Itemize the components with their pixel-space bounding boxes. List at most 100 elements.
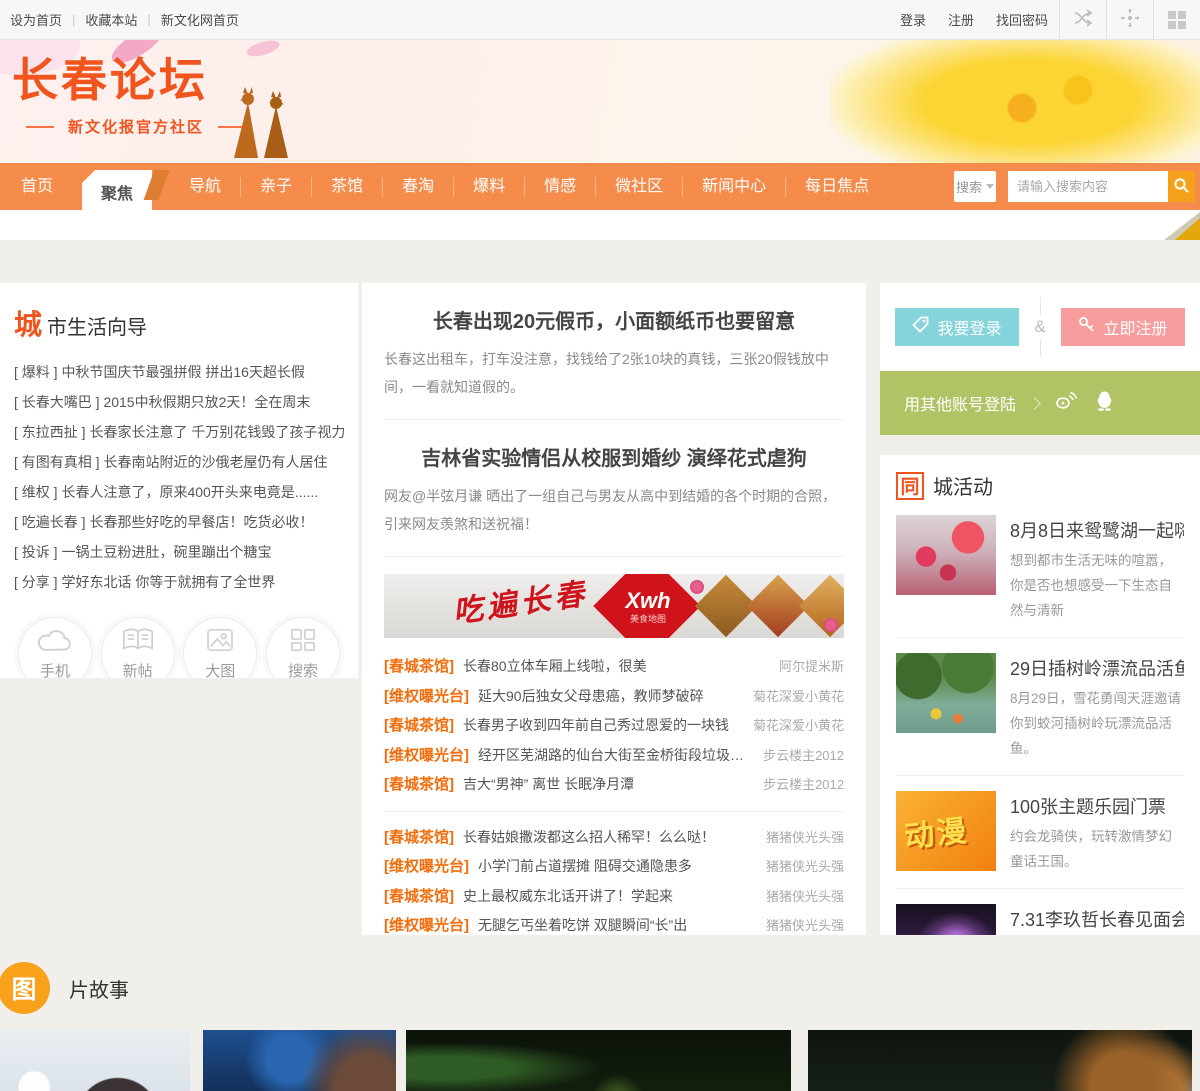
move-icon [1120,8,1140,31]
quick-link-label: 搜索 [287,662,318,679]
table-row[interactable]: [春城茶馆] 长春男子收到四年前自己秀过恩爱的一块钱 菊花深爱小黄花 [384,711,844,741]
nav-item-community[interactable]: 微社区 [595,176,682,197]
list-item[interactable]: [ 投诉 ] 一锅土豆粉进肚，碗里蹦出个糖宝 [14,537,344,567]
social-login-bar: 用其他账号登陆 [880,371,1200,435]
qq-icon[interactable] [1096,391,1113,416]
list-item[interactable]: 8月8日来鸳鹭湖一起嗨 想到都市生活无味的喧嚣，你是否也想感受一下生态自然与清新 [896,500,1184,637]
post-category: [春城茶馆] [384,887,454,905]
shuffle-button[interactable] [1059,0,1106,39]
logo-block[interactable]: 长春论坛 新文化报官方社区 [12,50,260,137]
divider [384,810,844,812]
list-item[interactable]: 动漫 100张主题乐园门票 约会龙骑侠，玩转激情梦幻童话王国。 [896,775,1184,888]
register-link[interactable]: 注册 [948,10,974,29]
table-row[interactable]: [春城茶馆] 长春姑娘撒泼都这么招人稀罕！么么哒！ 猪猪侠光头强 [384,823,844,853]
table-row[interactable]: [春城茶馆] 吉大“男神” 离世 长眠净月潭 步云楼主2012 [384,770,844,800]
story-title[interactable]: 吉林省实验情侣从校服到婚纱 演绎花式虐狗 [384,420,844,471]
content-area: 城 市生活向导 [ 爆料 ] 中秋节国庆节最强拼假 拼出16天超长假 [ 长春大… [0,240,1200,935]
set-homepage-link[interactable]: 设为首页 [10,10,62,29]
list-item[interactable]: [ 东拉西扯 ] 长春家长注意了 千万别花钱毁了孩子视力 [14,417,344,447]
search-shortcut-button[interactable]: 搜索 [265,617,340,679]
list-item[interactable]: [ 爆料 ] 中秋节国庆节最强拼假 拼出16天超长假 [14,357,344,387]
list-item[interactable]: [ 有图有真相 ] 长春南站附近的沙俄老屋仍有人居住 [14,447,344,477]
nav-item-teahouse[interactable]: 茶馆 [311,176,382,197]
mobile-button[interactable]: 手机 [18,617,92,678]
picture-stories-heading: 图 片故事 [0,935,1200,1014]
nav-item-daily-focus[interactable]: 每日焦点 [785,176,888,197]
bookmark-site-link[interactable]: 收藏本站 [85,10,137,29]
list-item[interactable]: 29日插树岭漂流品活鱼 8月29日，雪花勇闯天涯邀请你到蛟河插树岭玩漂流品活鱼。 [896,637,1184,775]
table-row[interactable]: [春城茶馆] 史上最权威东北话开讲了！学起来 猪猪侠光头强 [384,882,844,912]
table-row[interactable]: [维权曝光台] 经开区芜湖路的仙台大街至金桥街段垃圾成堆 步云楼主2012 [384,741,844,771]
search-button[interactable] [1168,171,1195,202]
story-photo-forest[interactable] [406,1030,791,1091]
activities-heading: 同 城活动 [896,471,1184,500]
story-title[interactable]: 长春出现20元假币，小面额纸币也要留意 [384,283,844,334]
list-item[interactable]: [ 分享 ] 学好东北话 你等于就拥有了全世界 [14,567,344,597]
table-row[interactable]: [维权曝光台] 无腿乞丐坐着吃饼 双腿瞬间“长”出 猪猪侠光头强 [384,911,844,935]
tag-icon [912,316,929,338]
post-category: [春城茶馆] [384,828,454,846]
post-list-2: [春城茶馆] 长春姑娘撒泼都这么招人稀罕！么么哒！ 猪猪侠光头强 [维权曝光台] 小学… [384,823,844,936]
featured-story: 吉林省实验情侣从校服到婚纱 演绎花式虐狗 网友@半弦月谦 晒出了一组自己与男友从… [384,420,844,538]
table-row[interactable]: [维权曝光台] 小学门前占道摆摊 阻碍交通隐患多 猪猪侠光头强 [384,852,844,882]
post-title: 小学门前占道摆摊 阻碍交通隐患多 [478,858,692,874]
nav-item-focus-active[interactable]: 聚焦 [82,170,153,214]
nav-item-guide[interactable]: 导航 [170,177,240,197]
nav-item-news-center[interactable]: 新闻中心 [682,176,785,197]
activity-title: 29日插树岭漂流品活鱼 [1010,659,1184,679]
story-photo-photographers[interactable] [203,1030,396,1091]
chevron-right-icon [1028,396,1041,410]
nav-item-shopping[interactable]: 春淘 [382,176,453,197]
banner-title: 吃遍长春 [450,577,591,630]
yellow-tree-decoration [830,40,1200,163]
apps-button[interactable] [1153,0,1200,39]
quick-links: 手机 新帖 大图 搜索 [14,617,344,678]
featured-story: 长春出现20元假币，小面额纸币也要留意 长春这出租车，打车没注意，找钱给了2张1… [384,283,844,401]
post-category: [维权曝光台] [384,858,469,875]
item-title: 长春南站附近的沙俄老屋仍有人居住 [103,454,328,470]
big-picture-button[interactable]: 大图 [183,617,258,678]
search-input[interactable] [1008,171,1168,202]
list-item[interactable]: [ 维权 ] 长春人注意了，原来400开头来电竟是...... [14,477,344,507]
post-category: [维权曝光台] [384,917,469,934]
post-title: 吉大“男神” 离世 长眠净月潭 [463,776,635,792]
weibo-icon[interactable] [1055,391,1078,415]
item-title: 长春家长注意了 千万别花钱毁了孩子视力 [89,424,344,440]
search-box [1008,171,1195,202]
post-author: 步云楼主2012 [763,747,844,763]
activity-description: 8月29日，雪花勇闯天涯邀请你到蛟河插树岭玩漂流品活鱼。 [1010,691,1182,756]
table-row[interactable]: [春城茶馆] 长春80立体车厢上线啦，很美 阿尔提米斯 [384,652,844,682]
xwh-home-link[interactable]: 新文化网首页 [161,10,239,29]
food-map-banner[interactable]: 吃遍长春 Xwh 美食地图 [384,574,844,638]
new-posts-button[interactable]: 新帖 [100,617,175,679]
recover-password-link[interactable]: 找回密码 [996,10,1048,29]
search-scope-dropdown[interactable]: 搜索 [954,171,996,202]
table-row[interactable]: [维权曝光台] 延大90后独女父母患癌，教师梦破碎 菊花深爱小黄花 [384,682,844,712]
story-summary: 长春这出租车，打车没注意，找钱给了2张10块的真钱，三张20假钱放中间，一看就知… [384,351,829,395]
list-item[interactable]: 7.31李玖哲长春见面会 李玖哲要来长春开见面会啦，小编有票免费送！ [896,888,1184,935]
story-photo-selfie[interactable] [0,1030,190,1091]
list-item[interactable]: [ 吃遍长春 ] 长春那些好吃的早餐店！吃货必收！ [14,507,344,537]
main-nav: 首页 聚焦 导航 亲子 茶馆 春淘 爆料 情感 微社区 新闻中心 每日焦点 搜索 [0,163,1200,214]
nav-item-home[interactable]: 首页 [2,177,72,197]
register-button[interactable]: 立即注册 [1061,308,1185,346]
login-link[interactable]: 登录 [900,10,926,29]
item-tag: [ 有图有真相 ] [14,454,100,470]
story-photo-mascots[interactable] [808,1030,1192,1091]
quick-link-label: 新帖 [122,662,153,679]
nav-item-tips[interactable]: 爆料 [453,176,524,197]
nav-item-parenting[interactable]: 亲子 [240,176,311,197]
site-header: 长春论坛 新文化报官方社区 [0,40,1200,163]
city-guide-heading: 城 市生活向导 [14,303,344,343]
item-tag: [ 长春大嘴巴 ] [14,394,100,410]
list-item[interactable]: [ 长春大嘴巴 ] 2015中秋假期只放2天！全在周末 [14,387,344,417]
search-scope-label: 搜索 [955,180,982,195]
item-tag: [ 东拉西扯 ] [14,424,86,440]
item-title: 长春人注意了，原来400开头来电竟是...... [61,484,319,500]
activity-thumbnail-concert [896,904,996,935]
login-button[interactable]: 我要登录 [895,308,1019,346]
nav-item-emotion[interactable]: 情感 [524,176,595,197]
post-title: 经开区芜湖路的仙台大街至金桥街段垃圾成堆 [478,746,754,763]
post-author: 菊花深爱小黄花 [752,688,844,704]
move-button[interactable] [1106,0,1153,39]
